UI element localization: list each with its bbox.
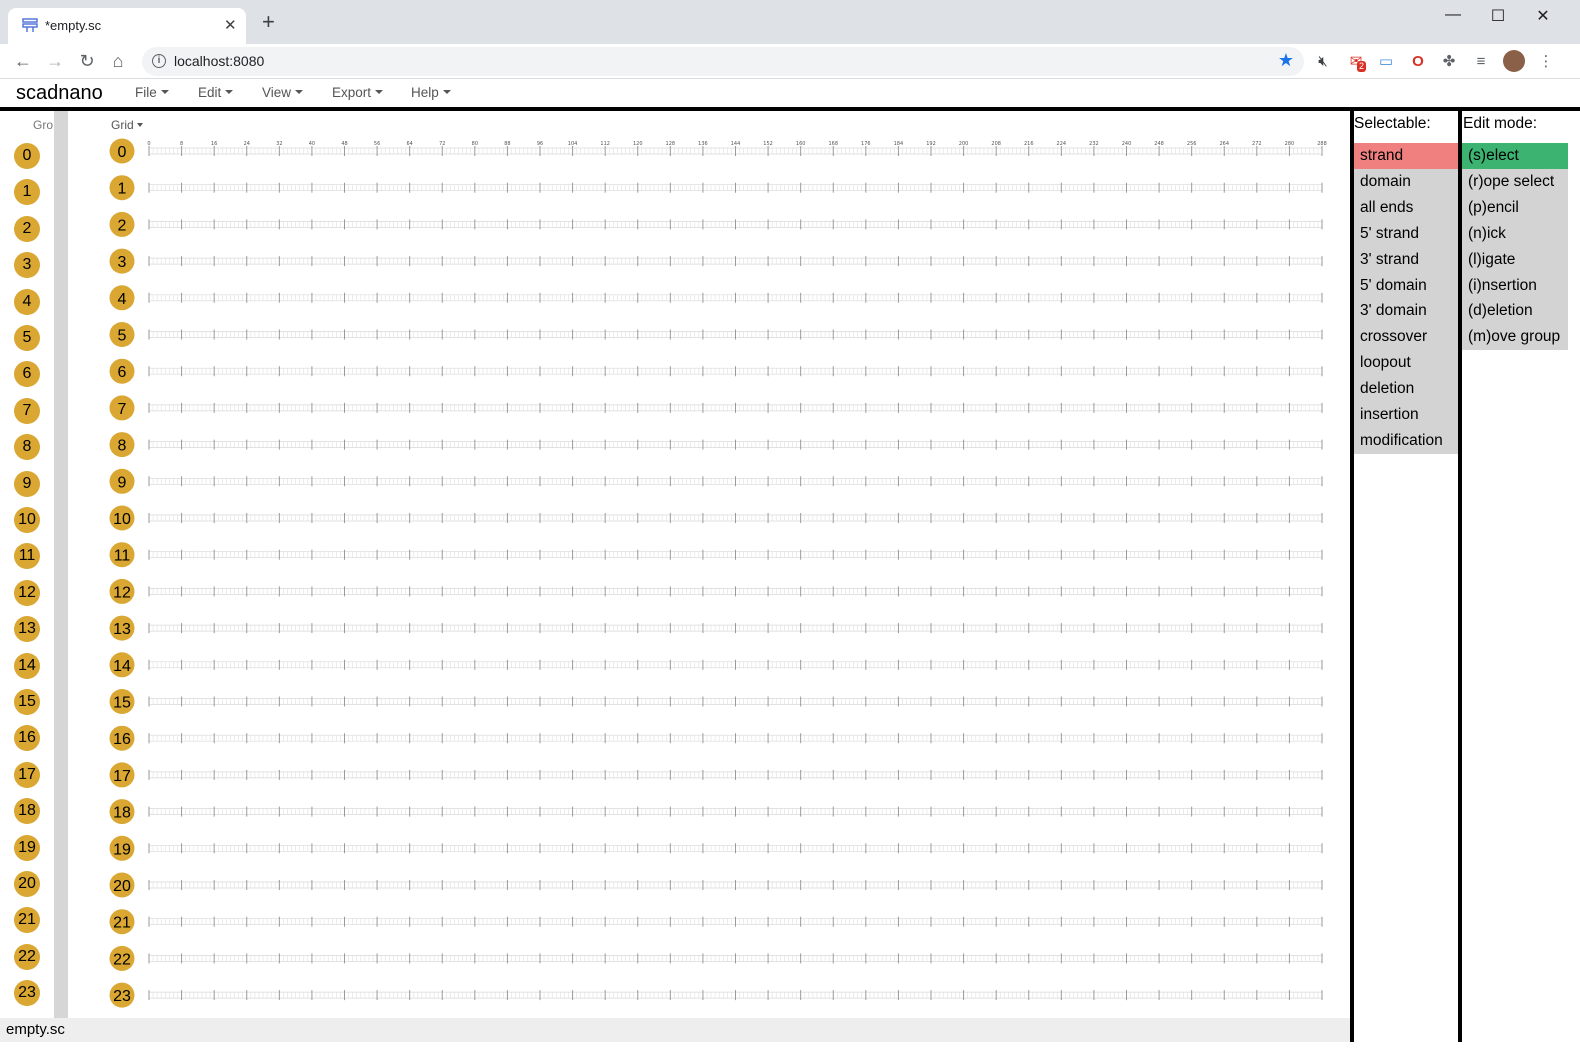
side-helix-10[interactable]: 10 — [14, 507, 40, 533]
extensions-puzzle-icon[interactable]: ✤ — [1439, 52, 1459, 72]
app-menubar: scadnano File Edit View Export Help — [0, 79, 1580, 107]
extension-badge: 2 — [1357, 61, 1367, 72]
side-helix-17[interactable]: 17 — [14, 761, 40, 788]
browser-tab[interactable]: *empty.sc ✕ — [8, 8, 246, 44]
side-helix-12[interactable]: 12 — [14, 579, 40, 606]
browser-toolbar: ← → ↻ ⌂ i localhost:8080 ★ 🔇︎ ✉ 2 ▭ O ✤ … — [0, 44, 1580, 78]
menu-export[interactable]: Export — [332, 85, 383, 100]
side-view-splitter[interactable] — [54, 111, 68, 1018]
minimize-icon[interactable]: — — [1441, 6, 1465, 28]
back-icon[interactable]: ← — [12, 50, 34, 72]
side-helix-0[interactable]: 0 — [14, 143, 40, 169]
side-helix-7[interactable]: 7 — [14, 397, 40, 424]
side-helix-4[interactable]: 4 — [14, 288, 40, 315]
reload-icon[interactable]: ↻ — [76, 50, 98, 72]
avatar[interactable] — [1503, 50, 1525, 72]
side-helix-13[interactable]: 13 — [14, 616, 40, 643]
side-helix-5[interactable]: 5 — [14, 325, 40, 351]
tab-close-icon[interactable]: ✕ — [224, 16, 237, 34]
home-icon[interactable]: ⌂ — [107, 50, 129, 72]
app-title: scadnano — [16, 82, 103, 104]
new-tab-icon[interactable]: + — [262, 11, 275, 33]
opera-extension-icon[interactable]: O — [1408, 52, 1428, 72]
side-helix-9[interactable]: 9 — [14, 470, 40, 497]
menu-help[interactable]: Help — [411, 85, 451, 100]
media-control-icon[interactable]: ≡ — [1471, 52, 1491, 72]
address-bar[interactable]: i localhost:8080 ★ — [142, 47, 1304, 76]
scadnano-favicon-icon — [22, 18, 38, 32]
grid-dropdown[interactable]: Grid — [111, 118, 143, 132]
url-text[interactable]: localhost:8080 — [174, 53, 264, 69]
forward-icon[interactable]: → — [44, 50, 66, 72]
side-helix-20[interactable]: 20 — [14, 871, 40, 897]
menu-view[interactable]: View — [262, 85, 303, 100]
side-helix-18[interactable]: 18 — [14, 798, 40, 825]
mute-icon[interactable]: 🔇︎ — [1313, 52, 1333, 72]
side-helix-8[interactable]: 8 — [14, 434, 40, 461]
side-helix-15[interactable]: 15 — [14, 689, 40, 715]
gmail-extension-icon[interactable]: ✉ 2 — [1346, 52, 1367, 72]
maximize-icon[interactable]: ☐ — [1486, 6, 1510, 28]
browser-tab-strip: *empty.sc ✕ + — ☐ ✕ — [0, 0, 1580, 44]
menu-edit[interactable]: Edit — [198, 85, 233, 100]
tab-title: *empty.sc — [45, 18, 102, 33]
side-helix-14[interactable]: 14 — [14, 652, 40, 679]
main-view[interactable] — [68, 111, 1350, 1018]
side-helix-2[interactable]: 2 — [14, 215, 40, 242]
more-menu-icon[interactable]: ⋮ — [1536, 52, 1556, 72]
close-icon[interactable]: ✕ — [1531, 6, 1555, 28]
bookmark-star-icon[interactable]: ★ — [1278, 50, 1294, 71]
side-helix-22[interactable]: 22 — [14, 943, 40, 970]
menu-file[interactable]: File — [135, 85, 169, 100]
chat-extension-icon[interactable]: ▭ — [1376, 52, 1396, 72]
side-helix-3[interactable]: 3 — [14, 252, 40, 279]
site-info-icon[interactable]: i — [152, 54, 166, 68]
side-helix-19[interactable]: 19 — [14, 834, 40, 861]
side-helix-23[interactable]: 23 — [14, 980, 40, 1007]
